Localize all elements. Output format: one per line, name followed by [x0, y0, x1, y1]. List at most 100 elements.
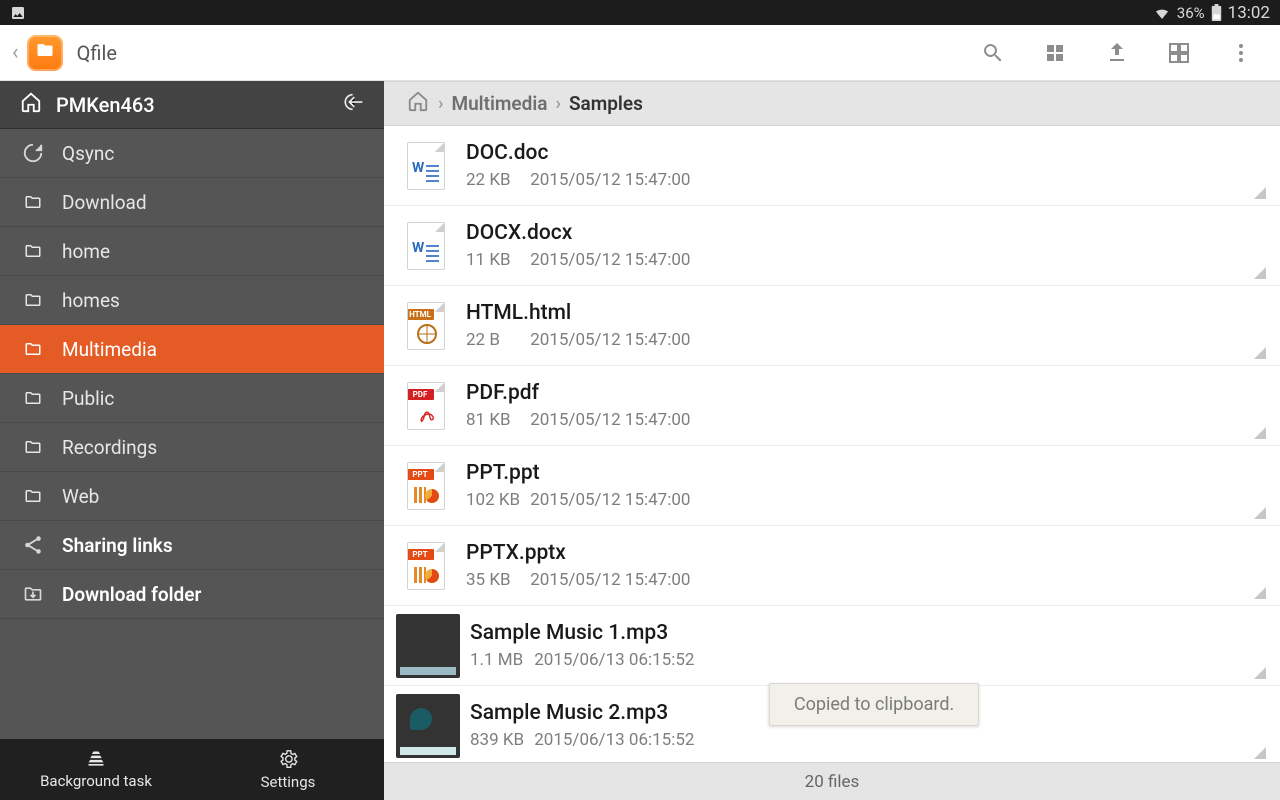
file-name: DOC.doc [466, 141, 690, 165]
chevron-right-icon: › [552, 93, 565, 114]
gear-icon [277, 748, 299, 770]
file-list[interactable]: W DOC.doc 22 KB 2015/05/12 15:47:00 W DOCX.d… [384, 126, 1280, 762]
breadcrumb-level-2[interactable]: Samples [569, 92, 643, 115]
sidebar-item-label: Download [62, 191, 147, 214]
file-type-icon: W [400, 220, 452, 272]
overflow-menu-button[interactable] [1210, 25, 1272, 81]
sidebar-item-label: Recordings [62, 436, 157, 459]
breadcrumb-home[interactable] [406, 90, 430, 117]
file-name: Sample Music 1.mp3 [470, 621, 694, 645]
file-row[interactable]: PPTPPTX.pptx35 KB 2015/05/12 15:47:00 [384, 526, 1280, 606]
status-clock: 13:02 [1228, 3, 1270, 23]
app-header: ‹ Qfile [0, 25, 1280, 81]
folder-icon [20, 291, 46, 309]
sidebar-item-qsync[interactable]: Qsync [0, 129, 384, 178]
back-caret-icon[interactable]: ‹ [8, 40, 23, 65]
background-task-button[interactable]: Background task [0, 739, 192, 800]
album-art-thumbnail [396, 614, 460, 678]
file-meta: 22 B 2015/05/12 15:47:00 [466, 330, 690, 350]
settings-button[interactable]: Settings [192, 739, 384, 800]
file-row[interactable]: Sample Music 1.mp3 1.1 MB 2015/06/13 06:1… [384, 606, 1280, 686]
share-icon [20, 534, 46, 556]
app-title: Qfile [77, 41, 117, 65]
file-name: PPT.ppt [466, 461, 690, 485]
sidebar-item-sharing-links[interactable]: Sharing links [0, 521, 384, 570]
sidebar-item-download[interactable]: Download [0, 178, 384, 227]
sync-icon [20, 142, 46, 164]
sidebar-item-label: Web [62, 485, 99, 508]
sidebar-item-label: home [62, 240, 110, 263]
sidebar-item-public[interactable]: Public [0, 374, 384, 423]
nas-header[interactable]: PMKen463 [0, 81, 384, 129]
sidebar-item-home[interactable]: home [0, 227, 384, 276]
file-name: PDF.pdf [466, 381, 690, 405]
settings-label: Settings [261, 773, 316, 791]
view-grid-button[interactable] [1024, 25, 1086, 81]
expand-triangle-icon[interactable] [1254, 427, 1266, 439]
home-outline-icon [20, 91, 42, 118]
upload-button[interactable] [1086, 25, 1148, 81]
file-type-icon: HTML [400, 300, 452, 352]
expand-triangle-icon[interactable] [1254, 507, 1266, 519]
android-status-bar: 36% 13:02 [0, 0, 1280, 25]
home-icon [406, 90, 430, 112]
sidebar-item-label: Sharing links [62, 534, 173, 557]
folder-icon [20, 193, 46, 211]
file-count-label: 20 files [805, 772, 860, 792]
more-vert-icon [1229, 41, 1253, 65]
file-row[interactable]: PPTPPT.ppt102 KB 2015/05/12 15:47:00 [384, 446, 1280, 526]
folder-icon [20, 438, 46, 456]
file-row[interactable]: HTMLHTML.html22 B 2015/05/12 15:47:00 [384, 286, 1280, 366]
file-meta: 35 KB 2015/05/12 15:47:00 [466, 570, 690, 590]
file-meta: 839 KB 2015/06/13 06:15:52 [470, 730, 694, 750]
main-panel: › Multimedia › Samples W DOC.doc 22 KB 201… [384, 81, 1280, 800]
expand-triangle-icon[interactable] [1254, 347, 1266, 359]
folder-glyph-icon [34, 41, 56, 64]
folder-icon [20, 389, 46, 407]
footer-file-count: 20 files [384, 762, 1280, 800]
toast-text: Copied to clipboard. [794, 694, 954, 715]
wifi-icon [1153, 5, 1171, 21]
sidebar-bottom: Background task Settings [0, 739, 384, 800]
sidebar-item-multimedia[interactable]: Multimedia [0, 325, 384, 374]
sidebar-item-label: Multimedia [62, 338, 157, 361]
battery-percent: 36% [1177, 4, 1205, 22]
file-name: DOCX.docx [466, 221, 690, 245]
expand-triangle-icon[interactable] [1254, 667, 1266, 679]
sidebar-item-recordings[interactable]: Recordings [0, 423, 384, 472]
expand-triangle-icon[interactable] [1254, 187, 1266, 199]
folder-icon [20, 340, 46, 358]
file-type-icon: PPT [400, 460, 452, 512]
battery-icon [1211, 4, 1222, 21]
expand-triangle-icon[interactable] [1254, 267, 1266, 279]
album-art-thumbnail [396, 694, 460, 758]
search-icon [981, 41, 1005, 65]
upload-icon [1105, 41, 1129, 65]
sidebar: PMKen463 Qsync Download home homes Multimedi… [0, 81, 384, 800]
sidebar-item-download-folder[interactable]: Download folder [0, 570, 384, 619]
file-meta: 22 KB 2015/05/12 15:47:00 [466, 170, 690, 190]
sidebar-item-label: homes [62, 289, 120, 312]
download-folder-icon [20, 584, 46, 604]
picture-notification-icon [10, 5, 26, 21]
logout-icon [338, 91, 364, 113]
file-type-icon: W [400, 140, 452, 192]
breadcrumb: › Multimedia › Samples [384, 81, 1280, 126]
file-meta: 81 KB 2015/05/12 15:47:00 [466, 410, 690, 430]
sidebar-item-homes[interactable]: homes [0, 276, 384, 325]
file-row[interactable]: PDFPDF.pdf81 KB 2015/05/12 15:47:00 [384, 366, 1280, 446]
file-meta: 1.1 MB 2015/06/13 06:15:52 [470, 650, 694, 670]
select-multi-button[interactable] [1148, 25, 1210, 81]
file-row[interactable]: W DOC.doc 22 KB 2015/05/12 15:47:00 [384, 126, 1280, 206]
sidebar-item-label: Qsync [62, 142, 114, 165]
breadcrumb-level-1[interactable]: Multimedia [451, 92, 547, 115]
app-logo[interactable] [27, 35, 63, 71]
sidebar-item-web[interactable]: Web [0, 472, 384, 521]
search-button[interactable] [962, 25, 1024, 81]
logout-button[interactable] [338, 91, 364, 118]
expand-triangle-icon[interactable] [1254, 747, 1266, 759]
background-task-label: Background task [40, 772, 152, 790]
file-row[interactable]: WDOCX.docx11 KB 2015/05/12 15:47:00 [384, 206, 1280, 286]
folder-icon [20, 487, 46, 505]
expand-triangle-icon[interactable] [1254, 587, 1266, 599]
